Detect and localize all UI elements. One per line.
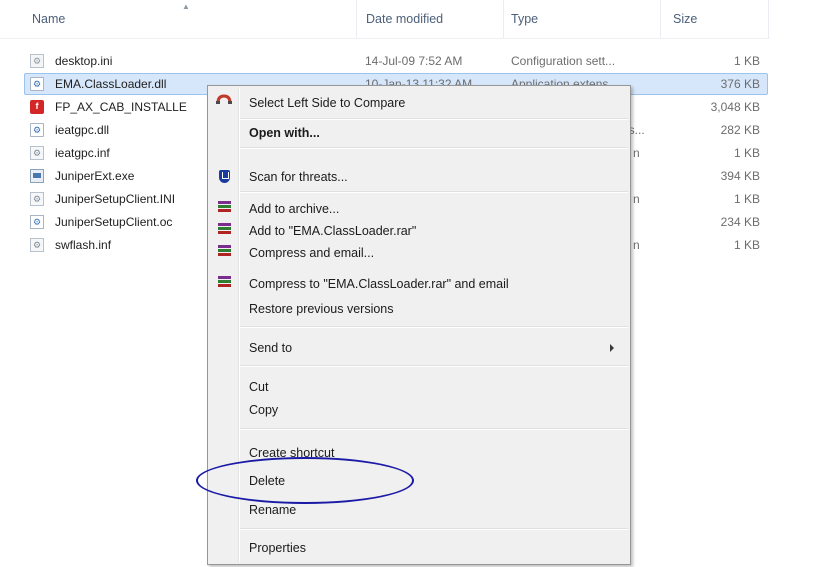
menu-item-label: Create shortcut <box>249 446 335 460</box>
winrar-icon <box>218 223 231 238</box>
winrar-icon <box>218 245 231 260</box>
menu-separator <box>240 147 628 149</box>
menu-item-restore-previous-versions[interactable]: Restore previous versions <box>210 298 628 320</box>
sort-ascending-icon: ▲ <box>182 2 190 11</box>
file-name: JuniperSetupClient.INI <box>55 192 176 206</box>
shield-icon <box>219 170 230 183</box>
menu-item-label: Delete <box>249 474 286 488</box>
column-date-modified[interactable]: Date modified <box>366 12 443 26</box>
menu-item-label: Open with... <box>249 126 320 140</box>
file-name: FP_AX_CAB_INSTALLE <box>55 100 187 114</box>
menu-item-label: Compress and email... <box>249 246 375 260</box>
winrar-icon <box>218 276 231 291</box>
menu-item-select-left-side[interactable]: Select Left Side to Compare <box>210 92 628 114</box>
file-type: n <box>633 146 640 160</box>
file-name: ieatgpc.inf <box>55 146 110 160</box>
menu-item-label: Restore previous versions <box>249 302 394 316</box>
column-divider[interactable] <box>660 0 661 38</box>
menu-item-label: Copy <box>249 403 279 417</box>
column-size[interactable]: Size <box>673 12 697 26</box>
menu-item-properties[interactable]: Properties <box>210 537 628 559</box>
menu-item-add-to-archive[interactable]: Add to archive... <box>210 198 628 220</box>
file-name: swflash.inf <box>55 238 112 252</box>
menu-separator <box>240 326 628 328</box>
file-size: 1 KB <box>733 54 760 68</box>
menu-item-compress-to-rar-email[interactable]: Compress to "EMA.ClassLoader.rar" and em… <box>210 273 628 295</box>
exe-file-icon <box>30 169 44 183</box>
file-row[interactable]: ⚙ desktop.ini 14-Jul-09 7:52 AM Configur… <box>24 50 768 72</box>
inf-file-icon: ⚙ <box>30 146 44 160</box>
menu-item-add-to-rar[interactable]: Add to "EMA.ClassLoader.rar" <box>210 220 628 242</box>
column-header: ▲ Name Date modified Type Size <box>0 0 770 39</box>
file-name: ieatgpc.dll <box>55 123 110 137</box>
submenu-arrow-icon <box>610 344 614 352</box>
menu-item-label: Add to archive... <box>249 202 340 216</box>
ocx-file-icon: ⚙ <box>30 215 44 229</box>
menu-item-cut[interactable]: Cut <box>210 376 628 398</box>
menu-item-label: Cut <box>249 380 269 394</box>
menu-separator <box>240 191 628 193</box>
file-type: n <box>633 192 640 206</box>
file-size: 234 KB <box>720 215 760 229</box>
menu-separator <box>240 365 628 367</box>
column-divider[interactable] <box>356 0 357 38</box>
file-size: 3,048 KB <box>710 100 760 114</box>
file-size: 1 KB <box>733 146 760 160</box>
menu-item-rename[interactable]: Rename <box>210 499 628 521</box>
file-name: EMA.ClassLoader.dll <box>55 77 167 91</box>
file-date: 14-Jul-09 7:52 AM <box>365 54 463 68</box>
context-menu: Select Left Side to Compare Open with...… <box>207 85 631 565</box>
menu-separator <box>240 118 628 120</box>
menu-item-label: Add to "EMA.ClassLoader.rar" <box>249 224 417 238</box>
column-type[interactable]: Type <box>511 12 538 26</box>
menu-item-label: Rename <box>249 503 297 517</box>
menu-item-scan-for-threats[interactable]: Scan for threats... <box>210 166 628 188</box>
ini-file-icon: ⚙ <box>30 54 44 68</box>
menu-item-copy[interactable]: Copy <box>210 399 628 421</box>
file-name: JuniperExt.exe <box>55 169 135 183</box>
file-size: 394 KB <box>720 169 760 183</box>
inf-file-icon: ⚙ <box>30 192 44 206</box>
compare-icon <box>216 94 232 104</box>
column-name[interactable]: Name <box>32 12 65 26</box>
file-size: 376 KB <box>720 77 760 91</box>
flash-file-icon: f <box>30 100 44 114</box>
file-size: 1 KB <box>733 192 760 206</box>
file-size: 282 KB <box>720 123 760 137</box>
menu-item-create-shortcut[interactable]: Create shortcut <box>210 442 628 464</box>
column-divider[interactable] <box>503 0 504 38</box>
dll-file-icon: ⚙ <box>30 77 44 91</box>
file-type: Configuration sett... <box>511 54 616 68</box>
menu-separator <box>240 428 628 430</box>
inf-file-icon: ⚙ <box>30 238 44 252</box>
menu-item-open-with[interactable]: Open with... <box>210 122 628 144</box>
file-name: desktop.ini <box>55 54 113 68</box>
menu-item-label: Properties <box>249 541 306 555</box>
file-type: n <box>633 238 640 252</box>
menu-item-label: Send to <box>249 341 293 355</box>
winrar-icon <box>218 201 231 216</box>
file-size: 1 KB <box>733 238 760 252</box>
menu-item-label: Compress to "EMA.ClassLoader.rar" and em… <box>249 277 509 291</box>
menu-item-label: Scan for threats... <box>249 170 348 184</box>
column-divider[interactable] <box>768 0 769 38</box>
menu-item-delete[interactable]: Delete <box>210 470 628 492</box>
dll-file-icon: ⚙ <box>30 123 44 137</box>
menu-item-send-to[interactable]: Send to <box>210 337 628 359</box>
menu-separator <box>240 528 628 530</box>
menu-item-compress-and-email[interactable]: Compress and email... <box>210 242 628 264</box>
file-name: JuniperSetupClient.oc <box>55 215 173 229</box>
menu-item-label: Select Left Side to Compare <box>249 96 406 110</box>
